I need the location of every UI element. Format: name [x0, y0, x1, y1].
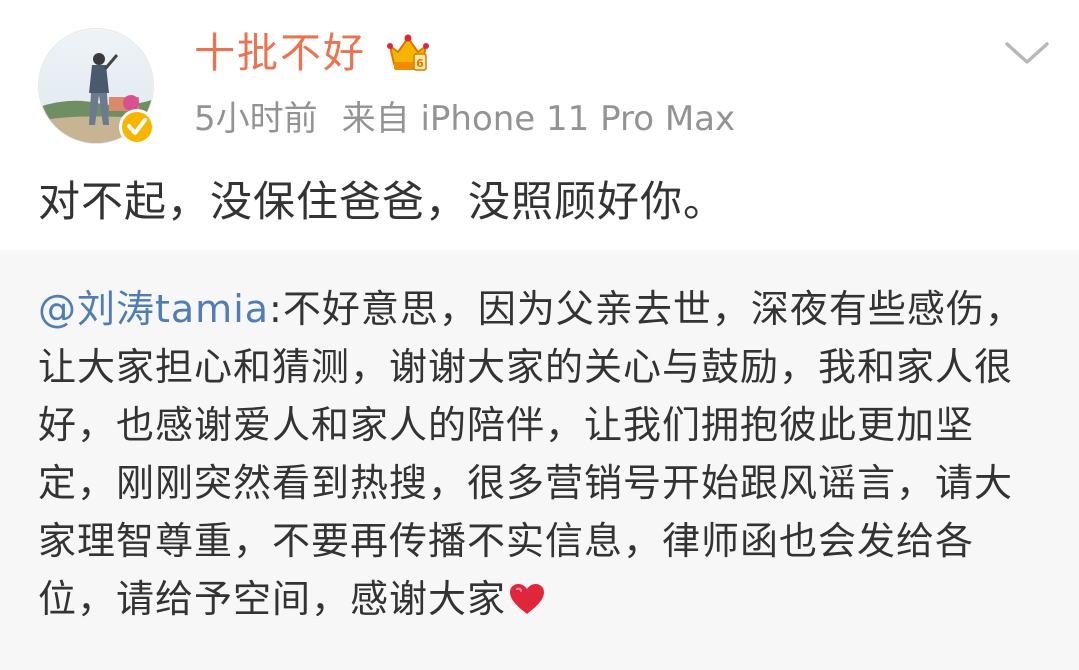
svg-text:6: 6 [416, 57, 424, 70]
chevron-down-icon[interactable] [1003, 38, 1051, 68]
avatar[interactable] [38, 28, 156, 146]
author-name[interactable]: 十批不好 [194, 26, 366, 80]
heart-emoji-icon [508, 574, 546, 614]
post-time: 5小时前 [194, 99, 318, 139]
verified-badge-icon [118, 108, 156, 146]
repost-content: @刘涛tamia:不好意思，因为父亲去世，深夜有些感伤，让大家担心和猜测，谢谢大… [38, 280, 1048, 628]
post-header: 十批不好 6 5小时前 来自 iPhone 11 Pro Max 对不起，没保住爸… [0, 0, 1079, 250]
post-text: 对不起，没保住爸爸，没照顾好你。 [38, 177, 727, 226]
repost-body: :不好意思，因为父亲去世，深夜有些感伤，让大家担心和猜测，谢谢大家的关心与鼓励，… [38, 287, 1024, 621]
post-source[interactable]: 来自 iPhone 11 Pro Max [342, 99, 736, 139]
post-meta: 5小时前 来自 iPhone 11 Pro Max [194, 96, 735, 142]
mention-link[interactable]: @刘涛tamia [38, 287, 269, 331]
crown-member-icon[interactable]: 6 [386, 32, 430, 74]
repost-card[interactable]: @刘涛tamia:不好意思，因为父亲去世，深夜有些感伤，让大家担心和猜测，谢谢大… [0, 250, 1079, 670]
